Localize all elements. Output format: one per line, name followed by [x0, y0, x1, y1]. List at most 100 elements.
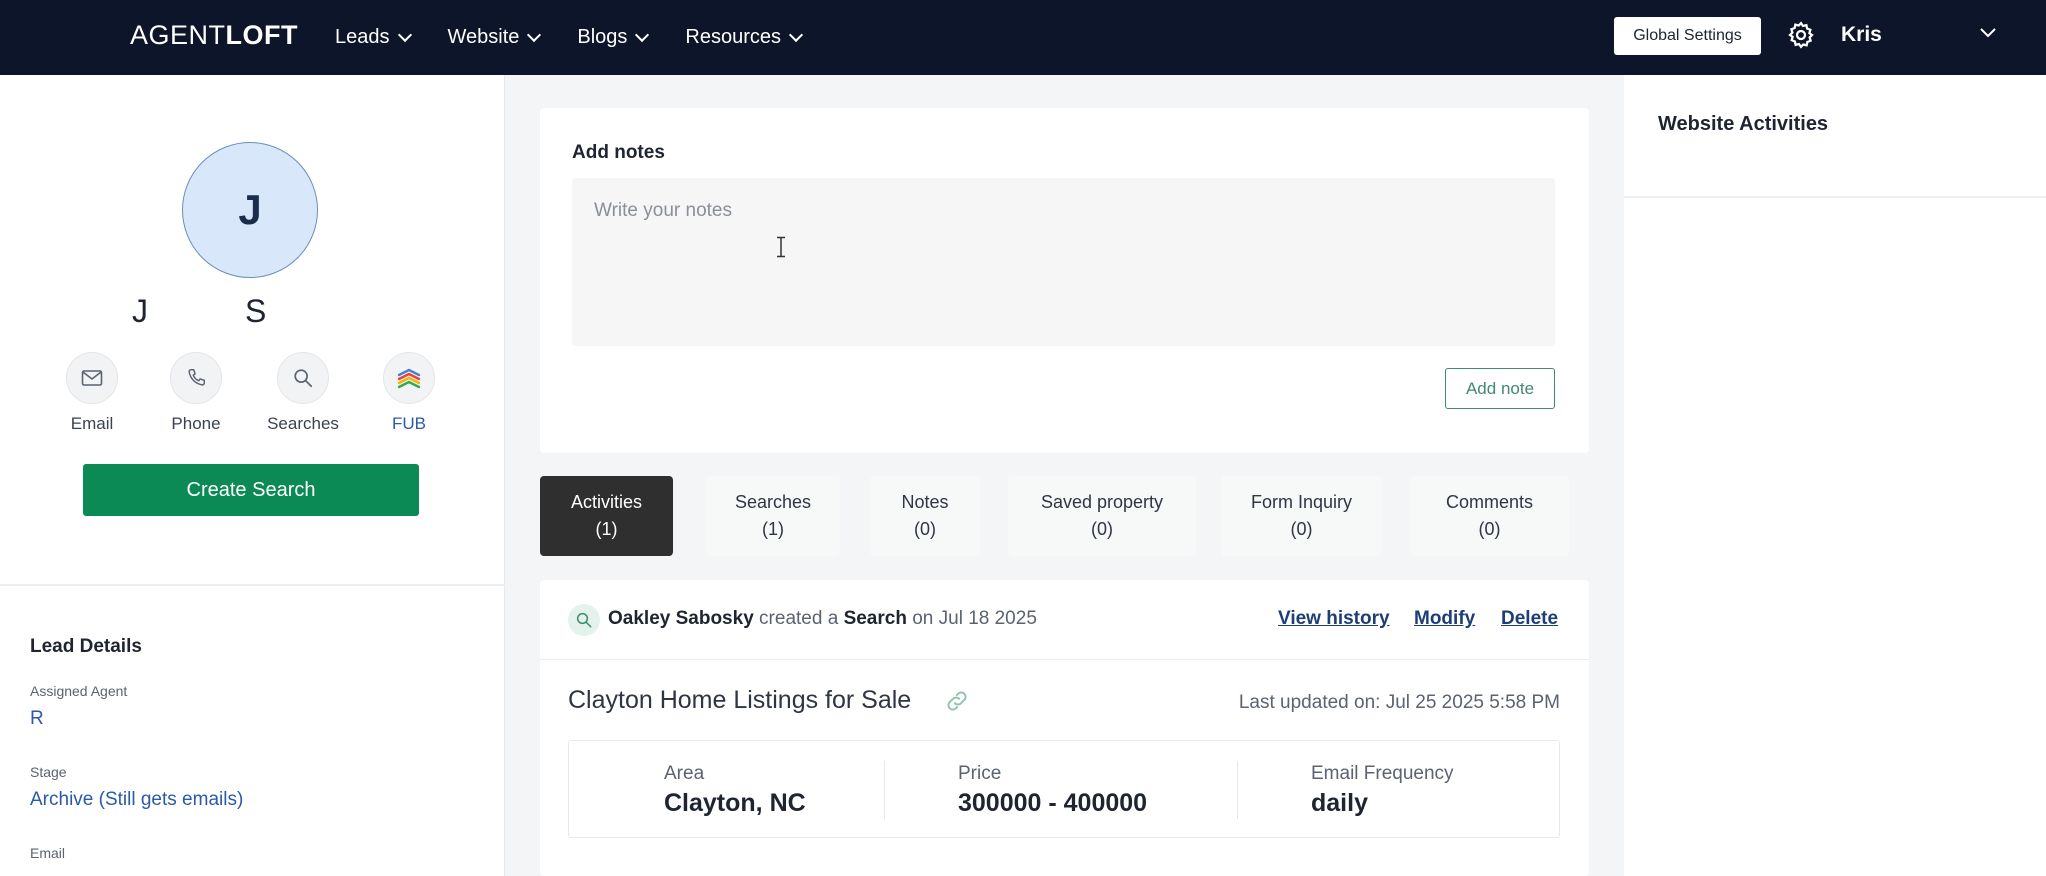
view-history-link[interactable]: View history	[1278, 608, 1390, 630]
website-activities-title: Website Activities	[1658, 113, 1829, 135]
lead-last-name: S	[245, 293, 267, 329]
assigned-agent-value[interactable]: R	[30, 708, 44, 730]
price-label: Price	[958, 763, 1002, 784]
searches-action-circle	[277, 352, 329, 404]
saved-search-title: Clayton Home Listings for Sale	[568, 686, 912, 714]
nav-resources-label: Resources	[685, 26, 782, 48]
main-nav: Leads Website Blogs Resources	[335, 0, 839, 75]
gear-icon[interactable]	[1786, 20, 1816, 50]
tab-count: (0)	[914, 519, 936, 539]
phone-action-circle	[170, 352, 222, 404]
text-cursor-icon	[777, 236, 785, 258]
stage-label: Stage	[30, 764, 67, 780]
activity-on: on	[912, 608, 934, 629]
activity-card: Oakley Sabosky created a Search on Jul 1…	[540, 580, 1589, 876]
tab-label: Notes	[901, 492, 949, 512]
fub-action-button[interactable]: FUB	[364, 352, 454, 434]
avatar: J	[182, 142, 318, 278]
top-navigation-bar: AGENTLOFT Leads Website Blogs Resources …	[0, 0, 2046, 75]
add-notes-title: Add notes	[572, 142, 665, 163]
user-menu-name[interactable]: Kris	[1841, 23, 1882, 47]
activity-verb: created a	[759, 608, 839, 629]
detail-divider	[1237, 761, 1238, 819]
lead-profile-panel: J J S Email Phone Searches FUB Create Se…	[0, 75, 505, 876]
tab-activities[interactable]: Activities (1)	[540, 476, 673, 556]
tab-count: (0)	[1091, 519, 1113, 539]
detail-divider	[884, 761, 885, 819]
email-action-button[interactable]: Email	[47, 352, 137, 434]
add-notes-card: Add notes Add note	[540, 108, 1589, 453]
phone-icon	[188, 369, 205, 386]
activity-header: Oakley Sabosky created a Search on Jul 1…	[540, 580, 1589, 660]
modify-link[interactable]: Modify	[1414, 608, 1475, 630]
tab-label: Saved property	[1040, 492, 1164, 512]
tab-label: Searches	[734, 492, 812, 512]
search-details-box: Area Clayton, NC Price 300000 - 400000 E…	[568, 740, 1560, 838]
chevron-down-icon	[397, 27, 412, 42]
nav-blogs-label: Blogs	[577, 26, 628, 48]
phone-action-label: Phone	[171, 414, 221, 433]
nav-website[interactable]: Website	[447, 26, 542, 49]
section-divider	[1624, 196, 2046, 198]
fub-logo-icon	[397, 368, 421, 389]
area-value: Clayton, NC	[664, 789, 806, 817]
tab-label: Form Inquiry	[1250, 492, 1353, 512]
email-frequency-label: Email Frequency	[1311, 763, 1454, 784]
envelope-icon	[81, 370, 103, 386]
link-icon[interactable]	[944, 688, 970, 714]
notes-textarea[interactable]	[572, 178, 1555, 346]
lead-first-name: J	[132, 293, 148, 329]
fub-action-circle	[383, 352, 435, 404]
tab-label: Activities	[570, 492, 642, 512]
tab-form-inquiry[interactable]: Form Inquiry (0)	[1221, 476, 1382, 556]
search-icon	[294, 369, 313, 388]
create-search-button[interactable]: Create Search	[83, 464, 419, 516]
tab-saved-property[interactable]: Saved property (0)	[1008, 476, 1196, 556]
tab-count: (1)	[762, 519, 784, 539]
activity-description: Oakley Sabosky created a Search on Jul 1…	[608, 608, 1037, 630]
tab-comments[interactable]: Comments (0)	[1410, 476, 1569, 556]
website-activities-panel: Website Activities	[1624, 75, 2046, 876]
tab-searches[interactable]: Searches (1)	[706, 476, 840, 556]
chevron-down-icon	[788, 27, 804, 42]
fub-action-label: FUB	[392, 414, 426, 433]
stage-value[interactable]: Archive (Still gets emails)	[30, 789, 243, 811]
activity-object: Search	[843, 608, 907, 629]
tab-notes[interactable]: Notes (0)	[870, 476, 980, 556]
chevron-down-icon	[635, 27, 650, 42]
email-action-circle	[66, 352, 118, 404]
brand-logo-part-2: LOFT	[225, 20, 298, 50]
nav-resources[interactable]: Resources	[685, 26, 804, 49]
tab-count: (0)	[1478, 519, 1501, 539]
brand-logo[interactable]: AGENTLOFT	[130, 20, 298, 51]
section-divider	[0, 584, 505, 586]
nav-website-label: Website	[447, 26, 520, 48]
brand-logo-part-1: AGENT	[130, 20, 226, 50]
assigned-agent-label: Assigned Agent	[30, 683, 128, 699]
lead-details-title: Lead Details	[30, 636, 142, 657]
global-settings-button[interactable]: Global Settings	[1614, 17, 1761, 55]
last-updated-text: Last updated on: Jul 25 2025 5:58 PM	[1238, 692, 1560, 713]
phone-action-button[interactable]: Phone	[151, 352, 241, 434]
delete-link[interactable]: Delete	[1501, 608, 1558, 630]
chevron-down-icon[interactable]	[1980, 28, 1996, 38]
searches-action-label: Searches	[267, 414, 339, 433]
nav-blogs[interactable]: Blogs	[577, 26, 650, 49]
tab-count: (1)	[595, 519, 618, 539]
activity-date: Jul 18 2025	[938, 608, 1037, 629]
add-note-button[interactable]: Add note	[1445, 368, 1555, 409]
tab-count: (0)	[1290, 519, 1313, 539]
searches-action-button[interactable]: Searches	[258, 352, 348, 434]
tab-label: Comments	[1445, 492, 1534, 512]
email-frequency-value: daily	[1311, 789, 1368, 817]
price-value: 300000 - 400000	[958, 789, 1148, 817]
nav-leads[interactable]: Leads	[335, 26, 412, 49]
email-label: Email	[30, 845, 66, 861]
activity-actor: Oakley Sabosky	[608, 608, 754, 629]
area-label: Area	[664, 763, 705, 784]
search-icon	[576, 612, 592, 628]
nav-leads-label: Leads	[335, 26, 390, 48]
activity-search-badge	[568, 604, 600, 636]
email-action-label: Email	[70, 414, 114, 433]
chevron-down-icon	[527, 27, 542, 42]
